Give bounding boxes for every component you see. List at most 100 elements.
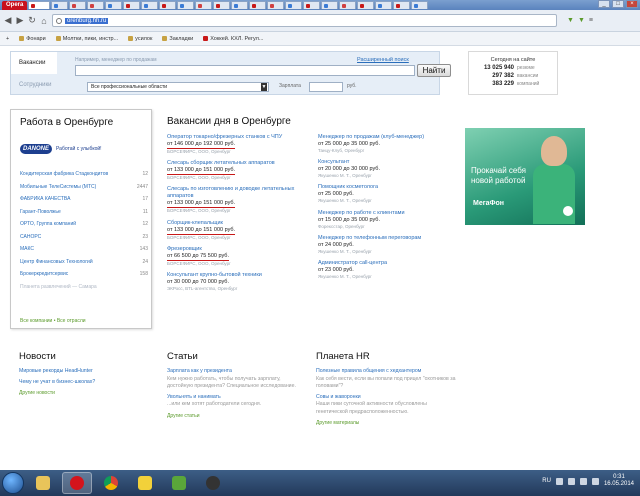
planet-hr-list: Полезные правила общения с хедхантером Ка… [316,368,456,426]
volume-icon[interactable] [591,477,599,485]
vacancy-item[interactable]: Менеджер по продажам (клуб-менеджер) от 2… [318,134,468,154]
taskbar-item-opera[interactable] [62,472,92,494]
all-companies-link[interactable]: Все компании • Все отрасли [20,318,86,324]
browser-tab[interactable] [267,1,285,9]
list-item[interactable]: Планета развлечений — Самара [20,281,148,294]
browser-tab[interactable] [213,1,231,9]
vacancy-item[interactable]: Слесарь сборщик летательных аппаратов от … [167,160,317,181]
browser-tab[interactable] [195,1,213,9]
browser-tab[interactable] [249,1,267,9]
salary-input[interactable] [309,82,343,92]
start-button[interactable] [2,472,24,494]
back-icon[interactable]: ◀ [4,15,12,26]
tab-favicon-icon [144,3,149,8]
list-item[interactable]: Мировые рекорды HeadHunter [19,368,159,376]
more-news-link[interactable]: Другие новости [19,390,159,396]
bookmark-item[interactable]: Фонари [19,36,46,42]
list-item[interactable]: Центр Финансовых Технологий 24 [20,256,148,269]
clock[interactable]: 0:31 16.05.2014 [604,474,634,488]
search-input[interactable] [75,65,415,76]
list-item[interactable]: Полезные правила общения с хедхантером Ка… [316,368,456,391]
bookmark-item[interactable]: усилок [128,36,152,42]
bookmark-item[interactable]: Закладки [162,36,193,42]
browser-tab[interactable] [141,1,159,9]
vacancy-item[interactable]: Сборщик-клепальщик от 133 000 до 151 000 … [167,220,317,241]
tab-employees[interactable]: Сотрудники [11,74,57,96]
download-icon[interactable]: ▼ [578,17,585,24]
browser-tab[interactable] [411,1,429,9]
danone-banner[interactable]: DANONE Работай с улыбкой! [20,139,144,159]
browser-tab[interactable] [51,1,69,9]
browser-tab[interactable] [159,1,177,9]
taskbar-item-explorer[interactable] [28,472,58,494]
address-bar: ◀ ▶ ↻ ⌂ orenburg.hh.ru ▼ ▼ ≡ [0,10,640,32]
stat-row: 383 229 компаний [492,81,540,87]
browser-tab[interactable] [177,1,195,9]
browser-tab[interactable] [303,1,321,9]
vacancy-item[interactable]: Помощник косметолога от 25 000 руб. Якушен… [318,184,468,204]
list-item[interactable]: ФАБРИКА КАЧЕСТВА 17 [20,193,148,206]
list-item[interactable]: Мобильные ТелеСистемы (МТС) 2447 [20,181,148,194]
browser-tab[interactable] [375,1,393,9]
bookmark-item[interactable]: Хоккей. КХЛ. Регул... [203,36,263,42]
browser-tab[interactable] [69,1,87,9]
area-select[interactable]: Все профессиональные области [87,82,269,92]
more-articles-link[interactable]: Другие статьи [167,413,307,419]
megafon-ad-banner[interactable]: Прокачай себя новой работой МегаФон [465,128,585,225]
language-indicator[interactable]: RU [542,478,551,484]
vacancy-item[interactable]: Администратор call-центра от 23 000 руб. Я… [318,260,468,280]
add-bookmark-icon[interactable]: + [6,36,9,42]
vacancy-item[interactable]: Фрезеровщик от 66 500 до 75 500 руб. БОРСЕ… [167,246,317,267]
vacancy-item[interactable]: Слесарь по изготовлению и доводке летате… [167,186,317,214]
list-item[interactable]: Брокеркредитсервис 158 [20,268,148,281]
taskbar-item-chrome[interactable] [96,472,126,494]
list-item[interactable]: Совы и жаворонки Наши пики суточной актив… [316,394,456,417]
taskbar-item-media[interactable] [198,472,228,494]
articles-title: Статьи [167,351,198,362]
list-item[interactable]: Кондитерская фабрика Стадкондитов 12 [20,168,148,181]
extended-search-link[interactable]: Расширенный поиск [357,57,409,63]
browser-tab[interactable] [357,1,375,9]
more-materials-link[interactable]: Другие материалы [316,420,456,426]
browser-tab[interactable] [87,1,105,9]
vacancy-item[interactable]: Консультант от 20 000 до 30 000 руб. Якуше… [318,159,468,179]
list-item[interactable]: МАКС 143 [20,243,148,256]
opera-icon [70,476,84,490]
reload-icon[interactable]: ↻ [28,15,36,26]
bookmark-item[interactable]: Молтки, пики, инстр... [55,36,118,42]
list-item[interactable]: ОРТО, Группа компаний 12 [20,218,148,231]
list-item[interactable]: Зарплата как у президента Кем нужно работ… [167,368,307,391]
browser-tab[interactable] [393,1,411,9]
home-icon[interactable]: ⌂ [40,16,48,26]
vacancy-item[interactable]: Консультант крупно-бытовой техники от 30 … [167,272,317,292]
find-button[interactable]: Найти [417,64,451,77]
vacancy-item[interactable]: Оператор токарно/фрезерных станков с ЧПУ… [167,134,317,155]
download-icon[interactable]: ▼ [567,17,574,24]
network-icon[interactable] [579,477,587,485]
maximize-icon[interactable]: □ [612,0,624,8]
browser-tab[interactable] [321,1,339,9]
browser-tab[interactable] [231,1,249,9]
list-item[interactable]: САНОРС 23 [20,231,148,244]
vacancy-item[interactable]: Менеджер по работе с клиентами от 15 000 … [318,210,468,230]
browser-tab[interactable] [285,1,303,9]
taskbar-item-utorrent[interactable] [164,472,194,494]
list-item[interactable]: Увольнять и нанимать ...или кем хотят раб… [167,394,307,409]
vacancy-item[interactable]: Менеджер по телефонным переговорам от 24 … [318,235,468,255]
menu-icon[interactable]: ≡ [589,17,593,24]
minimize-icon[interactable]: _ [598,0,610,8]
browser-tab[interactable] [123,1,141,9]
taskbar-item-app[interactable] [130,472,160,494]
tab-vacancies[interactable]: Вакансии [11,52,57,74]
browser-tab[interactable] [339,1,357,9]
browser-tab[interactable] [105,1,123,9]
tray-icon[interactable] [567,477,575,485]
url-input[interactable]: orenburg.hh.ru [52,14,557,27]
list-item[interactable]: Чему не учат в бизнес-школах? [19,379,159,387]
opera-menu-button[interactable]: Opera [2,0,28,10]
forward-icon[interactable]: ▶ [16,15,24,26]
browser-tab-active[interactable] [28,1,51,9]
list-item[interactable]: Гарант-Поволжье 11 [20,206,148,219]
close-icon[interactable]: × [626,0,638,8]
tray-icon[interactable] [555,477,563,485]
